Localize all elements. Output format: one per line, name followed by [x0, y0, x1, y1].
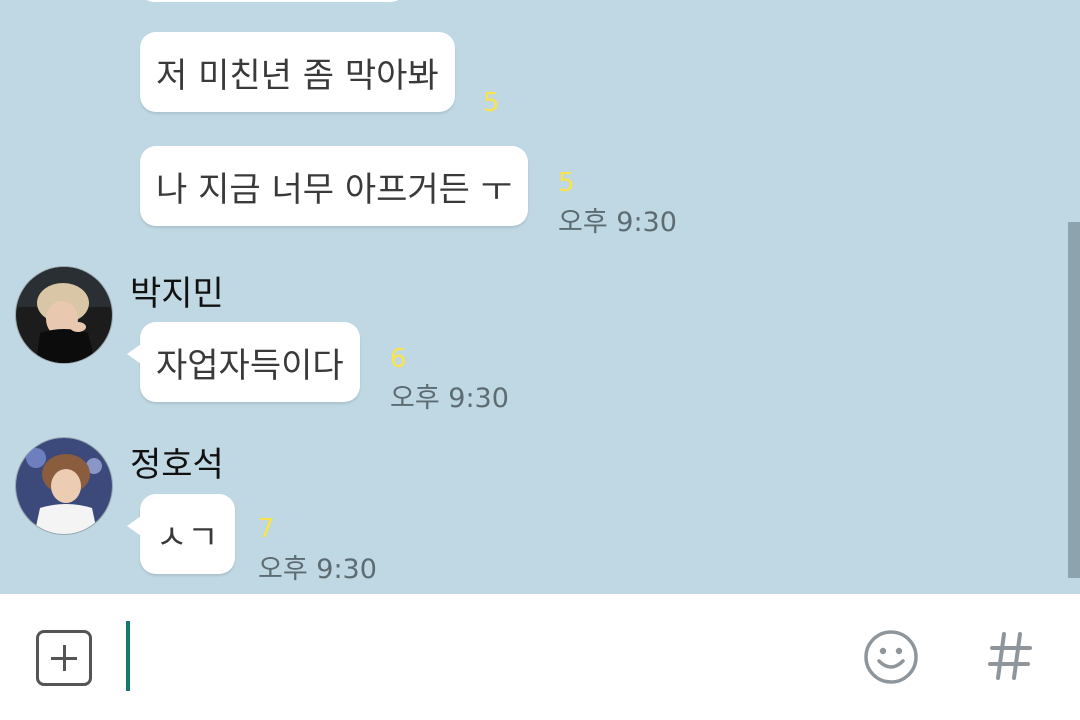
avatar-photo [16, 438, 112, 534]
message-bubble[interactable]: 나 지금 너무 아프거든 ㅜ [140, 146, 529, 226]
scrollbar[interactable] [1068, 222, 1080, 578]
hashtag-button[interactable] [986, 628, 1034, 684]
emoji-button[interactable] [862, 628, 920, 686]
avatar[interactable] [15, 437, 113, 535]
hashtag-icon [988, 632, 1032, 680]
sender-name: 박지민 [130, 274, 224, 314]
chat-message-list[interactable]: 저 미친년 좀 막아봐 5 나 지금 너무 아프거든 ㅜ 5 오후 9:30 박… [0, 0, 1080, 594]
unread-count: 7 [258, 514, 275, 544]
message-bubble[interactable]: ㅅㄱ [127, 494, 235, 574]
avatar-photo [16, 267, 112, 363]
message-time: 오후 9:30 [558, 207, 677, 238]
message-input[interactable] [136, 612, 840, 702]
unread-count: 6 [390, 344, 407, 374]
previous-message-bubble [140, 0, 405, 2]
message-time: 오후 9:30 [258, 554, 377, 585]
sender-name: 정호석 [130, 445, 224, 485]
unread-count: 5 [483, 88, 500, 118]
message-bubble[interactable]: 자업자득이다 [127, 322, 360, 402]
avatar[interactable] [15, 266, 113, 364]
message-bubble[interactable]: 저 미친년 좀 막아봐 [140, 32, 455, 112]
smiley-icon [864, 630, 918, 684]
unread-count: 5 [558, 168, 575, 198]
message-time: 오후 9:30 [390, 383, 509, 414]
attach-button[interactable] [36, 630, 92, 686]
text-cursor [126, 621, 130, 691]
